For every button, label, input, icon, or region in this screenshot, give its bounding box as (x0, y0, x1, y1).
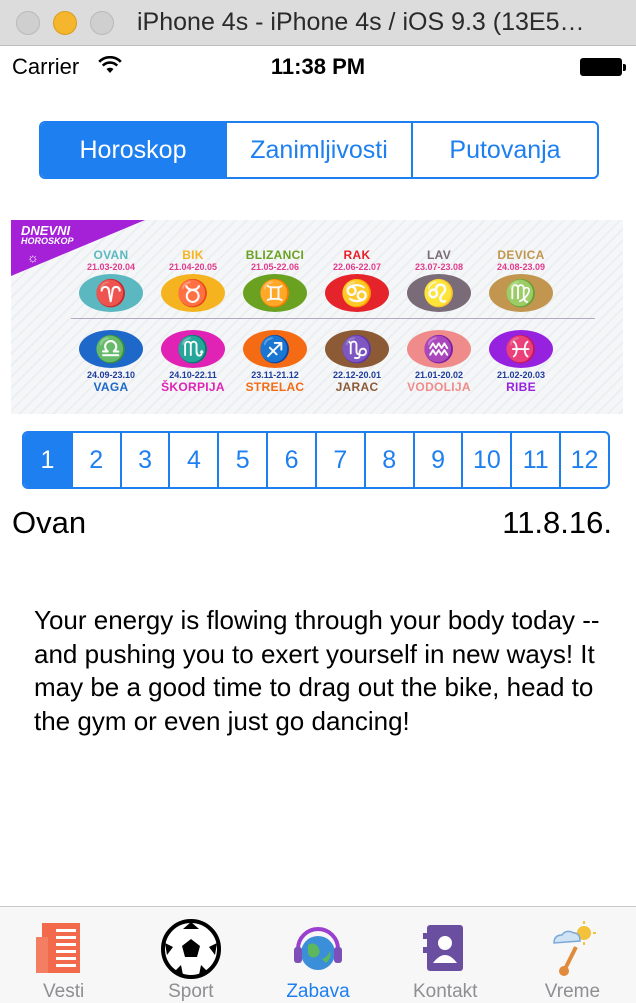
banner-flag-line1: DNEVNI (21, 223, 71, 238)
zodiac-date: 21.03-20.04 (86, 262, 136, 272)
weather-icon (540, 919, 604, 979)
tab-bar: Vesti Sport Zabava Kontakt Vreme (0, 906, 636, 1003)
zodiac-date: 24.10-22.11 (169, 370, 217, 380)
tab-zabava[interactable]: Zabava (254, 907, 381, 1003)
zodiac-date: 23.07-23.08 (414, 262, 464, 272)
horoscope-banner-image: DNEVNI HOROSKOP ☼ OVAN 21.03-20.04 ♈ BIK 21.… (11, 220, 623, 414)
zodiac-sign-blizanci: BLIZANCI 21.05-22.06 ♊ (235, 248, 315, 314)
zodiac-sign-škorpija: ♏ 24.10-22.11 ŠKORPIJA (153, 328, 233, 394)
tab-label: Vreme (544, 981, 601, 1002)
window-title: iPhone 4s - iPhone 4s / iOS 9.3 (13E5… (137, 8, 585, 36)
zodiac-name: VODOLIJA (407, 380, 471, 394)
zodiac-symbol-icon: ♋ (325, 274, 389, 312)
page-button-4[interactable]: 4 (170, 433, 220, 487)
zodiac-date: 21.05-22.06 (250, 262, 300, 272)
zodiac-symbol-icon: ♒ (407, 330, 471, 368)
segment-zanimljivosti[interactable]: Zanimljivosti (227, 123, 413, 177)
zodiac-name: ŠKORPIJA (161, 380, 225, 394)
zodiac-date: 23.11-21.12 (251, 370, 299, 380)
zodiac-name: JARAC (335, 380, 379, 394)
zodiac-name: BLIZANCI (245, 248, 305, 262)
tab-vreme[interactable]: Vreme (509, 907, 636, 1003)
page-button-10[interactable]: 10 (463, 433, 513, 487)
globe-headphones-icon (286, 919, 350, 979)
status-bar: Carrier 11:38 PM (0, 46, 636, 86)
zodiac-sign-strelac: ♐ 23.11-21.12 STRELAC (235, 328, 315, 394)
status-time: 11:38 PM (270, 54, 366, 79)
category-segmented-control: Horoskop Zanimljivosti Putovanja (39, 121, 599, 179)
page-button-12[interactable]: 12 (561, 433, 608, 487)
page-button-3[interactable]: 3 (122, 433, 171, 487)
zodiac-symbol-icon: ♑ (325, 330, 389, 368)
zodiac-sign-vaga: ♎ 24.09-23.10 VAGA (71, 328, 151, 394)
sign-date: 11.8.16. (502, 505, 612, 540)
page-button-8[interactable]: 8 (366, 433, 415, 487)
page-button-7[interactable]: 7 (317, 433, 366, 487)
zodiac-date: 22.06-22.07 (332, 262, 382, 272)
page-button-5[interactable]: 5 (219, 433, 269, 487)
tab-vesti[interactable]: Vesti (0, 907, 127, 1003)
zodiac-symbol-icon: ♏ (161, 330, 225, 368)
zodiac-sign-jarac: ♑ 22.12-20.01 JARAC (317, 328, 397, 394)
page-button-6[interactable]: 6 (268, 433, 317, 487)
sign-page-picker: 1 2 3 4 5 6 7 8 9 10 11 12 (22, 431, 610, 489)
zodiac-symbol-icon: ♎ (79, 330, 143, 368)
zodiac-symbol-icon: ♉ (161, 274, 225, 312)
zodiac-date: 24.09-23.10 (86, 370, 136, 380)
sign-title: Ovan (12, 505, 87, 540)
zodiac-symbol-icon: ♊ (243, 274, 307, 312)
contact-card-icon (413, 919, 477, 979)
zodiac-sign-bik: BIK 21.04-20.05 ♉ (153, 248, 233, 314)
tab-label: Zabava (286, 981, 350, 1002)
segment-horoskop[interactable]: Horoskop (41, 123, 227, 177)
zodiac-symbol-icon: ♓ (489, 330, 553, 368)
zodiac-name: OVAN (93, 248, 129, 262)
zodiac-name: VAGA (93, 380, 129, 394)
zodiac-sign-ovan: OVAN 21.03-20.04 ♈ (71, 248, 151, 314)
page-button-1[interactable]: 1 (24, 433, 73, 487)
zodiac-name: STRELAC (245, 380, 305, 394)
zodiac-symbol-icon: ♌ (407, 274, 471, 312)
zodiac-name: LAV (426, 248, 451, 262)
zodiac-name: RIBE (506, 380, 536, 394)
banner-flag-text: DNEVNI HOROSKOP (21, 223, 74, 247)
zodiac-name: DEVICA (497, 248, 545, 262)
tab-label: Kontakt (412, 981, 478, 1002)
zoom-window-button[interactable] (90, 11, 114, 35)
zodiac-name: RAK (343, 248, 371, 262)
banner-flag-line2: HOROSKOP (21, 236, 74, 246)
close-window-button[interactable] (16, 11, 40, 35)
simulator-title-bar: iPhone 4s - iPhone 4s / iOS 9.3 (13E5… (0, 0, 636, 46)
tab-label: Vesti (43, 981, 85, 1002)
soccer-ball-icon (159, 919, 223, 979)
page-button-2[interactable]: 2 (73, 433, 122, 487)
zodiac-sign-rak: RAK 22.06-22.07 ♋ (317, 248, 397, 314)
minimize-window-button[interactable] (53, 11, 77, 35)
battery-icon (580, 58, 626, 76)
newspaper-icon (32, 919, 96, 979)
zodiac-sign-vodolija: ♒ 21.01-20.02 VODOLIJA (399, 328, 479, 394)
zodiac-symbol-icon: ♈ (79, 274, 143, 312)
zodiac-symbol-icon: ♐ (243, 330, 307, 368)
page-button-9[interactable]: 9 (415, 433, 464, 487)
zodiac-sign-devica: DEVICA 24.08-23.09 ♍ (481, 248, 561, 314)
zodiac-sign-ribe: ♓ 21.02-20.03 RIBE (481, 328, 561, 394)
segment-putovanja[interactable]: Putovanja (413, 123, 597, 177)
zodiac-name: BIK (182, 248, 204, 262)
page-button-11[interactable]: 11 (512, 433, 562, 487)
tab-label: Sport (168, 981, 214, 1002)
zodiac-date: 21.04-20.05 (168, 262, 218, 272)
zodiac-date: 21.01-20.02 (414, 370, 464, 380)
zodiac-date: 24.08-23.09 (496, 262, 546, 272)
sun-icon: ☼ (27, 250, 39, 265)
tab-kontakt[interactable]: Kontakt (382, 907, 509, 1003)
tab-sport[interactable]: Sport (127, 907, 254, 1003)
horoscope-reading-text: Your energy is flowing through your body… (34, 605, 600, 736)
zodiac-date: 22.12-20.01 (332, 370, 382, 380)
zodiac-sign-lav: LAV 23.07-23.08 ♌ (399, 248, 479, 314)
zodiac-date: 21.02-20.03 (496, 370, 546, 380)
banner-divider (71, 318, 595, 319)
zodiac-symbol-icon: ♍ (489, 274, 553, 312)
